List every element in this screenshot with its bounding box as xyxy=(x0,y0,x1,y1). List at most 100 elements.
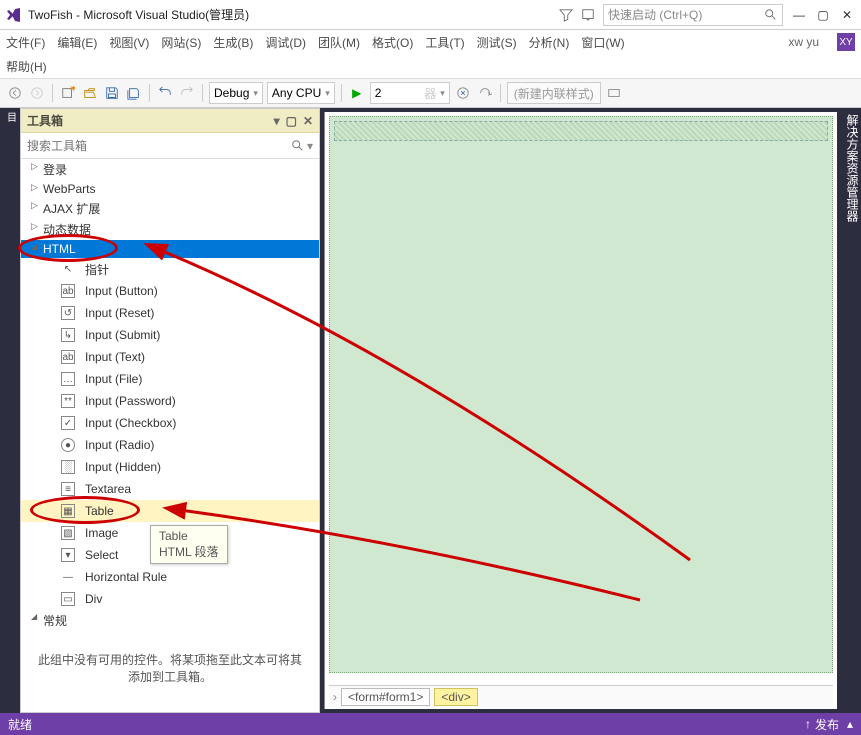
right-tab-solution[interactable]: 解决方案资源管理器 xyxy=(844,114,861,713)
submit-icon: ↳ xyxy=(61,328,75,342)
button-icon: ab xyxy=(61,284,75,298)
breadcrumb-form[interactable]: <form#form1> xyxy=(341,688,430,706)
item-input-button[interactable]: abInput (Button) xyxy=(21,280,319,302)
item-input-file[interactable]: …Input (File) xyxy=(21,368,319,390)
div-icon: ▭ xyxy=(61,592,75,606)
platform-combo-value: Any CPU xyxy=(272,86,321,100)
item-hr[interactable]: —Horizontal Rule xyxy=(21,566,319,588)
item-input-submit[interactable]: ↳Input (Submit) xyxy=(21,324,319,346)
password-icon: ** xyxy=(61,394,75,408)
table-tooltip: Table HTML 段落 xyxy=(150,525,228,564)
menu-window[interactable]: 窗口(W) xyxy=(581,34,624,51)
item-input-password[interactable]: **Input (Password) xyxy=(21,390,319,412)
image-icon: ▧ xyxy=(61,526,75,540)
publish-button[interactable]: ↑发布▴ xyxy=(805,716,853,733)
radio-icon: ● xyxy=(61,438,75,452)
config-combo[interactable]: Debug▾ xyxy=(209,82,263,104)
left-dock-tab[interactable]: 目 xyxy=(0,108,20,713)
quick-launch-input[interactable]: 快速启动 (Ctrl+Q) xyxy=(603,4,783,26)
toolbox-options-button[interactable]: ▾ xyxy=(274,114,280,128)
style-combo-value: (新建内联样式) xyxy=(514,85,594,102)
new-project-button[interactable]: ✶ xyxy=(59,82,77,104)
config-combo-value: Debug xyxy=(214,86,249,100)
item-input-hidden[interactable]: ░Input (Hidden) xyxy=(21,456,319,478)
hr-icon: — xyxy=(61,570,75,584)
item-input-checkbox[interactable]: ✓Input (Checkbox) xyxy=(21,412,319,434)
item-input-reset[interactable]: ↺Input (Reset) xyxy=(21,302,319,324)
user-avatar-badge[interactable]: XY xyxy=(837,33,855,51)
item-textarea[interactable]: ≡Textarea xyxy=(21,478,319,500)
status-ready: 就绪 xyxy=(8,716,32,733)
close-button[interactable]: ✕ xyxy=(839,7,855,23)
toolbox-title: 工具箱 xyxy=(27,112,63,129)
notifications-icon[interactable] xyxy=(581,8,595,22)
checkbox-icon: ✓ xyxy=(61,416,75,430)
breadcrumb-arrow[interactable]: › xyxy=(333,690,337,704)
minimize-button[interactable]: — xyxy=(791,7,807,23)
menu-file[interactable]: 文件(F) xyxy=(6,34,45,51)
item-pointer[interactable]: ↖指针 xyxy=(21,258,319,280)
pointer-icon: ↖ xyxy=(61,262,75,276)
cat-dyndata[interactable]: 动态数据 xyxy=(21,219,319,240)
select-icon: ▾ xyxy=(61,548,75,562)
menu-build[interactable]: 生成(B) xyxy=(213,34,253,51)
item-table[interactable]: ▦Table xyxy=(21,500,319,522)
menu-view[interactable]: 视图(V) xyxy=(109,34,149,51)
item-input-radio[interactable]: ●Input (Radio) xyxy=(21,434,319,456)
breadcrumb-div[interactable]: <div> xyxy=(434,688,477,706)
search-icon xyxy=(291,139,305,153)
redo-button[interactable] xyxy=(178,82,196,104)
start-debug-button[interactable]: ▶ xyxy=(348,82,366,104)
nav-fwd-button[interactable] xyxy=(28,82,46,104)
menu-edit[interactable]: 编辑(E) xyxy=(57,34,97,51)
menu-website[interactable]: 网站(S) xyxy=(161,34,201,51)
svg-text:✶: ✶ xyxy=(69,86,75,95)
table-icon: ▦ xyxy=(61,504,75,518)
style-combo[interactable]: (新建内联样式) xyxy=(507,82,601,104)
cat-webparts[interactable]: WebParts xyxy=(21,180,319,198)
file-icon: … xyxy=(61,372,75,386)
browser-link-button[interactable] xyxy=(454,82,472,104)
menu-help[interactable]: 帮助(H) xyxy=(6,58,47,75)
menu-debug[interactable]: 调试(D) xyxy=(265,34,306,51)
platform-combo[interactable]: Any CPU▾ xyxy=(267,82,335,104)
more-tools-button[interactable] xyxy=(605,82,623,104)
toolbox-search-input[interactable] xyxy=(27,139,287,153)
toolbox-close-button[interactable]: ✕ xyxy=(303,114,313,128)
vs-logo-icon xyxy=(6,7,22,23)
text-icon: ab xyxy=(61,350,75,364)
cat-general[interactable]: 常规 xyxy=(21,610,319,631)
undo-button[interactable] xyxy=(156,82,174,104)
refresh-button[interactable] xyxy=(476,82,494,104)
menu-team[interactable]: 团队(M) xyxy=(318,34,360,51)
nav-back-button[interactable] xyxy=(6,82,24,104)
open-button[interactable] xyxy=(81,82,99,104)
menu-format[interactable]: 格式(O) xyxy=(372,34,413,51)
toolbox-pin-button[interactable]: ▢ xyxy=(286,114,297,128)
item-input-text[interactable]: abInput (Text) xyxy=(21,346,319,368)
designer-surface[interactable] xyxy=(329,116,833,673)
toolbox-tree: 登录 WebParts AJAX 扩展 动态数据 HTML ↖指针 abInpu… xyxy=(21,159,319,712)
maximize-button[interactable]: ▢ xyxy=(815,7,831,23)
reset-icon: ↺ xyxy=(61,306,75,320)
designer-area[interactable]: › <form#form1> <div> xyxy=(324,112,837,709)
menu-analyze[interactable]: 分析(N) xyxy=(529,34,570,51)
run-target-combo[interactable]: 2器▾ xyxy=(370,82,450,104)
toolbox-empty-message: 此组中没有可用的控件。将某项拖至此文本可将其添加到工具箱。 xyxy=(21,631,319,705)
hidden-icon: ░ xyxy=(61,460,75,474)
menu-tools[interactable]: 工具(T) xyxy=(425,34,464,51)
filter-icon[interactable] xyxy=(559,8,573,22)
window-title: TwoFish - Microsoft Visual Studio(管理员) xyxy=(28,6,249,23)
save-button[interactable] xyxy=(103,82,121,104)
save-all-button[interactable] xyxy=(125,82,143,104)
signed-in-user[interactable]: xw yu xyxy=(788,35,819,49)
cat-html[interactable]: HTML xyxy=(21,240,319,258)
item-div[interactable]: ▭Div xyxy=(21,588,319,610)
selected-element-handle[interactable] xyxy=(334,121,828,141)
cat-ajax[interactable]: AJAX 扩展 xyxy=(21,198,319,219)
run-target-value: 2 xyxy=(375,86,382,100)
menu-test[interactable]: 测试(S) xyxy=(477,34,517,51)
textarea-icon: ≡ xyxy=(61,482,75,496)
search-dropdown-button[interactable]: ▾ xyxy=(307,139,313,153)
cat-login[interactable]: 登录 xyxy=(21,159,319,180)
